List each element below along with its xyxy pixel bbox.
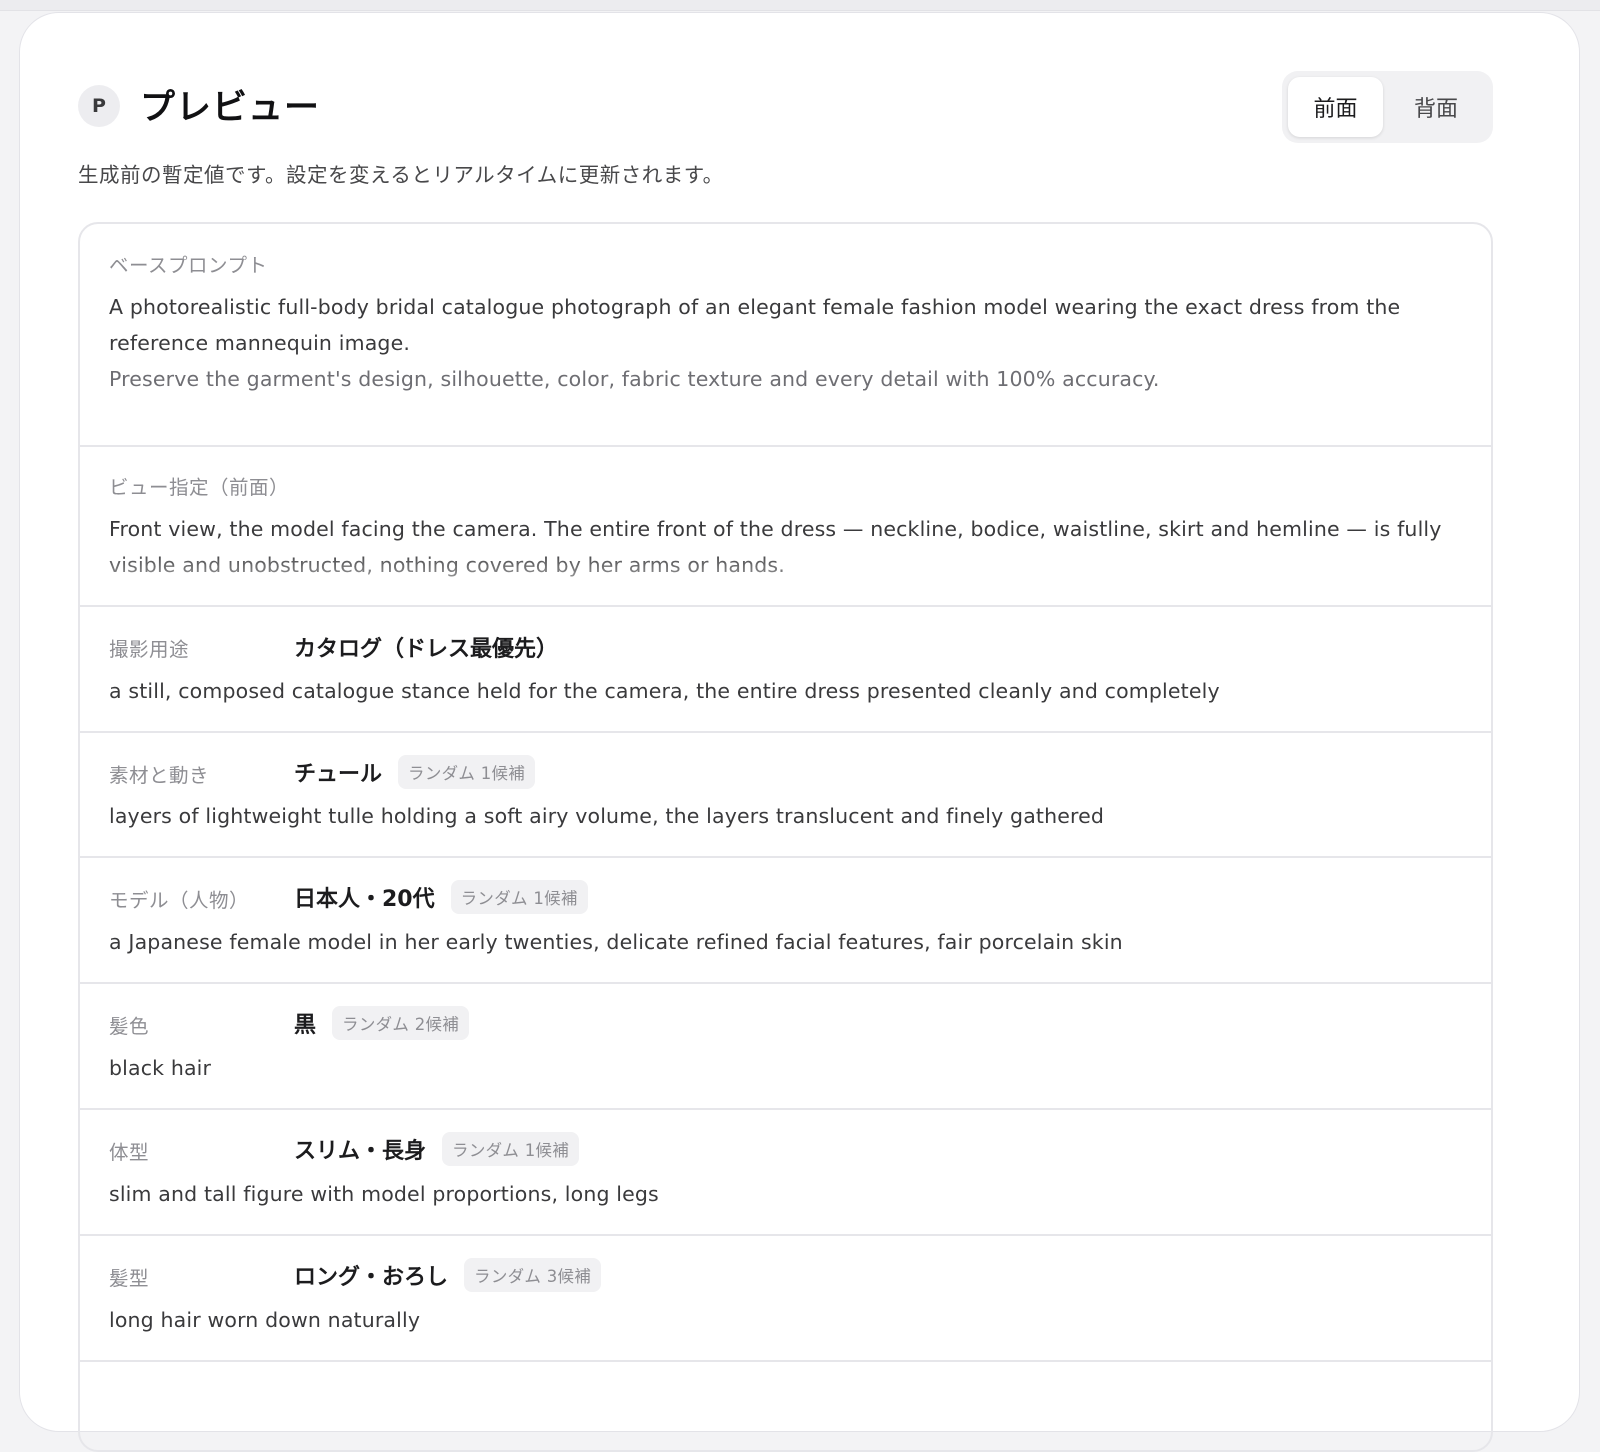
browser-top-edge (0, 0, 1600, 11)
prompt-panel: ベースプロンプト A photorealistic full-body brid… (78, 222, 1493, 1452)
setting-row-material: 素材と動き チュール ランダム 1候補 layers of lightweigh… (80, 733, 1491, 858)
avatar: P (78, 85, 120, 127)
setting-row-usage: 撮影用途 カタログ（ドレス最優先） a still, composed cata… (80, 607, 1491, 733)
setting-label: 撮影用途 (109, 638, 190, 661)
setting-description: layers of lightweight tulle holding a so… (109, 804, 1105, 828)
base-prompt-line2: Preserve the garment's design, silhouett… (109, 367, 1160, 391)
view-spec-label: ビュー指定（前面） (109, 476, 290, 499)
view-toggle: 前面 背面 (1282, 71, 1493, 143)
setting-description: slim and tall figure with model proporti… (109, 1182, 659, 1206)
setting-value: スリム・長身 (294, 1139, 427, 1164)
random-candidates-badge: ランダム 1候補 (398, 755, 536, 789)
setting-label: 髪色 (109, 1015, 150, 1038)
setting-label: 髪型 (109, 1267, 150, 1290)
setting-row-model: モデル（人物） 日本人・20代 ランダム 1候補 a Japanese fema… (80, 858, 1491, 984)
base-prompt-section: ベースプロンプト A photorealistic full-body brid… (80, 224, 1491, 447)
setting-description: a Japanese female model in her early twe… (109, 930, 1123, 954)
base-prompt-line1: A photorealistic full-body bridal catalo… (109, 295, 1401, 355)
page-title: プレビュー (140, 88, 321, 128)
page-subtitle: 生成前の暫定値です。設定を変えるとリアルタイムに更新されます。 (78, 163, 724, 187)
setting-value-group: チュール ランダム 1候補 (294, 755, 536, 789)
setting-label: モデル（人物） (109, 889, 250, 912)
preview-card: P プレビュー 前面 背面 生成前の暫定値です。設定を変えるとリアルタイムに更新… (19, 12, 1580, 1452)
view-front-button[interactable]: 前面 (1288, 77, 1384, 137)
setting-value: カタログ（ドレス最優先） (294, 637, 559, 662)
setting-value: 日本人・20代 (294, 887, 435, 912)
base-prompt-label: ベースプロンプト (109, 254, 268, 277)
random-candidates-badge: ランダム 1候補 (442, 1132, 580, 1166)
setting-value-group: 日本人・20代 ランダム 1候補 (294, 880, 588, 914)
setting-row-hairstyle: 髪型 ロング・おろし ランダム 3候補 long hair worn down … (80, 1236, 1491, 1362)
setting-value: ロング・おろし (294, 1265, 449, 1290)
setting-row-hair-color: 髪色 黒 ランダム 2候補 black hair (80, 984, 1491, 1110)
setting-label: 体型 (109, 1141, 150, 1164)
view-spec-section: ビュー指定（前面） Front view, the model facing t… (80, 447, 1491, 607)
setting-description: long hair worn down naturally (109, 1308, 421, 1332)
setting-value-group: カタログ（ドレス最優先） (294, 631, 558, 663)
setting-value: 黒 (294, 1013, 317, 1038)
random-candidates-badge: ランダム 2候補 (332, 1006, 470, 1040)
random-candidates-badge: ランダム 3候補 (464, 1258, 602, 1292)
setting-description: a still, composed catalogue stance held … (109, 679, 1220, 703)
setting-value-group: 黒 ランダム 2候補 (294, 1006, 470, 1040)
base-prompt-text: A photorealistic full-body bridal catalo… (109, 289, 1469, 397)
setting-value-group: ロング・おろし ランダム 3候補 (294, 1258, 602, 1292)
random-candidates-badge: ランダム 1候補 (450, 880, 588, 914)
setting-description: black hair (109, 1056, 212, 1080)
setting-row-body-type: 体型 スリム・長身 ランダム 1候補 slim and tall figure … (80, 1110, 1491, 1236)
setting-value-group: スリム・長身 ランダム 1候補 (294, 1132, 580, 1166)
setting-label: 素材と動き (109, 764, 210, 787)
setting-value: チュール (294, 762, 383, 787)
view-spec-text: Front view, the model facing the camera.… (109, 517, 1442, 577)
view-back-button[interactable]: 背面 (1385, 77, 1487, 137)
